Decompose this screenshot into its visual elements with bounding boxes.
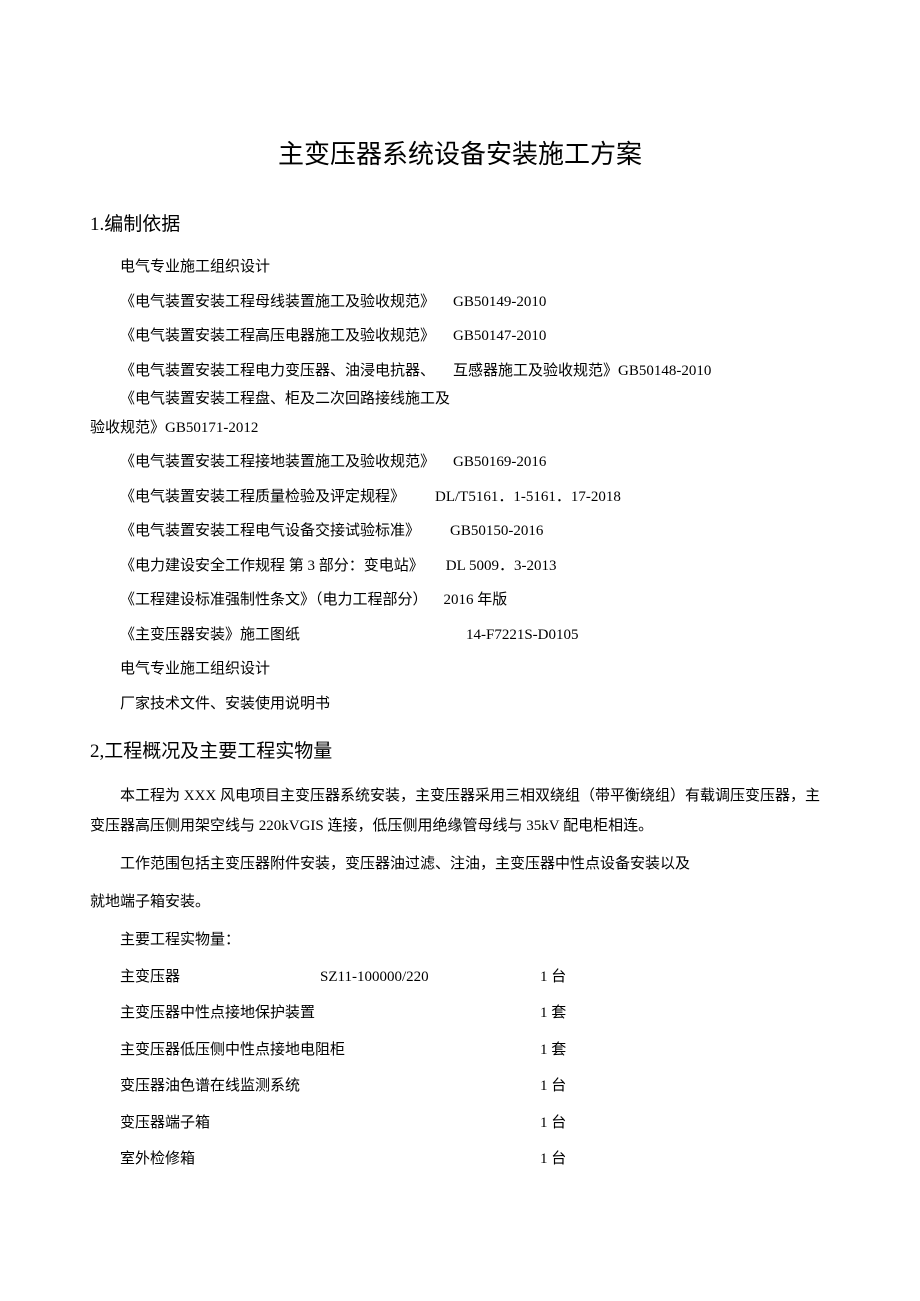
ref-name: 《工程建设标准强制性条文》（电力工程部分） bbox=[120, 586, 428, 615]
ref-name: 《电气装置安装工程高压电器施工及验收规范》 bbox=[120, 322, 435, 351]
qty-item: 变压器油色谱在线监测系统 1 台 bbox=[90, 1072, 830, 1101]
ref-name: 《电气装置安装工程母线装置施工及验收规范》 bbox=[120, 288, 435, 317]
ref-item-plain: 厂家技术文件、安装使用说明书 bbox=[90, 690, 830, 719]
qty-count: 1 台 bbox=[540, 1109, 600, 1138]
ref-code: GB50169-2016 bbox=[453, 448, 546, 477]
ref-item-wrapped: 《电气装置安装工程电力变压器、油浸电抗器、 互感器施工及验收规范》GB50148… bbox=[90, 357, 830, 443]
page-title: 主变压器系统设备安装施工方案 bbox=[90, 130, 830, 179]
ref-name-part: 《电气装置安装工程电力变压器、油浸电抗器、 bbox=[120, 357, 435, 386]
ref-name: 《电气装置安装工程电气设备交接试验标准》 bbox=[120, 517, 420, 546]
qty-model: SZ11-100000/220 bbox=[320, 963, 540, 992]
ref-item: 《电气装置安装工程高压电器施工及验收规范》 GB50147-2010 bbox=[90, 322, 830, 351]
ref-name: 《电力建设安全工作规程 第 3 部分：变电站》 bbox=[120, 552, 424, 581]
qty-name: 室外检修箱 bbox=[120, 1145, 540, 1174]
ref-intro: 电气专业施工组织设计 bbox=[90, 253, 830, 282]
ref-name-part: 《电气装置安装工程盘、柜及二次回路接线施工及 bbox=[90, 385, 830, 414]
qty-count: 1 台 bbox=[540, 963, 600, 992]
ref-name: 《电气装置安装工程接地装置施工及验收规范》 bbox=[120, 448, 435, 477]
overview-paragraph: 就地端子箱安装。 bbox=[90, 887, 830, 917]
ref-code: GB50147-2010 bbox=[453, 322, 546, 351]
document-page: 主变压器系统设备安装施工方案 1.编制依据 电气专业施工组织设计 《电气装置安装… bbox=[0, 0, 920, 1242]
ref-code: DL/T5161．1-5161．17-2018 bbox=[435, 483, 621, 512]
qty-name: 主变压器 bbox=[120, 963, 320, 992]
qty-name: 变压器端子箱 bbox=[120, 1109, 540, 1138]
qty-name: 主变压器中性点接地保护装置 bbox=[120, 999, 540, 1028]
qty-count: 1 套 bbox=[540, 999, 600, 1028]
ref-code: GB50150-2016 bbox=[450, 517, 543, 546]
qty-name: 主变压器低压侧中性点接地电阻柜 bbox=[120, 1036, 540, 1065]
ref-code: DL 5009．3-2013 bbox=[446, 552, 557, 581]
qty-count: 1 套 bbox=[540, 1036, 600, 1065]
ref-item-plain: 电气专业施工组织设计 bbox=[90, 655, 830, 684]
ref-item: 《电气装置安装工程电气设备交接试验标准》 GB50150-2016 bbox=[90, 517, 830, 546]
section-heading-1: 1.编制依据 bbox=[90, 207, 830, 243]
section-heading-2: 2,工程概况及主要工程实物量 bbox=[90, 734, 830, 770]
qty-name: 变压器油色谱在线监测系统 bbox=[120, 1072, 540, 1101]
qty-count: 1 台 bbox=[540, 1072, 600, 1101]
ref-item: 《主变压器安装》施工图纸 14-F7221S-D0105 bbox=[90, 621, 830, 650]
ref-code: GB50149-2010 bbox=[453, 288, 546, 317]
overview-paragraph: 本工程为 XXX 风电项目主变压器系统安装，主变压器采用三相双绕组（带平衡绕组）… bbox=[90, 781, 830, 841]
qty-item: 变压器端子箱 1 台 bbox=[90, 1109, 830, 1138]
ref-code: 14-F7221S-D0105 bbox=[466, 621, 579, 650]
ref-item: 《电气装置安装工程接地装置施工及验收规范》 GB50169-2016 bbox=[90, 448, 830, 477]
ref-code: 2016 年版 bbox=[444, 586, 508, 615]
qty-count: 1 台 bbox=[540, 1145, 600, 1174]
overview-paragraph: 工作范围包括主变压器附件安装，变压器油过滤、注油，主变压器中性点设备安装以及 bbox=[90, 849, 830, 879]
ref-code-part: 互感器施工及验收规范》GB50148-2010 bbox=[453, 357, 711, 386]
ref-item: 《电气装置安装工程质量检验及评定规程》 DL/T5161．1-5161．17-2… bbox=[90, 483, 830, 512]
ref-item: 《电气装置安装工程母线装置施工及验收规范》 GB50149-2010 bbox=[90, 288, 830, 317]
ref-name-part: 验收规范》GB50171-2012 bbox=[90, 414, 830, 443]
qty-heading: 主要工程实物量： bbox=[90, 925, 830, 955]
ref-name: 《主变压器安装》施工图纸 bbox=[120, 621, 466, 650]
qty-item: 主变压器 SZ11-100000/220 1 台 bbox=[90, 963, 830, 992]
qty-item: 室外检修箱 1 台 bbox=[90, 1145, 830, 1174]
qty-item: 主变压器中性点接地保护装置 1 套 bbox=[90, 999, 830, 1028]
qty-item: 主变压器低压侧中性点接地电阻柜 1 套 bbox=[90, 1036, 830, 1065]
ref-item: 《工程建设标准强制性条文》（电力工程部分） 2016 年版 bbox=[90, 586, 830, 615]
ref-name: 《电气装置安装工程质量检验及评定规程》 bbox=[120, 483, 405, 512]
ref-item: 《电力建设安全工作规程 第 3 部分：变电站》 DL 5009．3-2013 bbox=[90, 552, 830, 581]
